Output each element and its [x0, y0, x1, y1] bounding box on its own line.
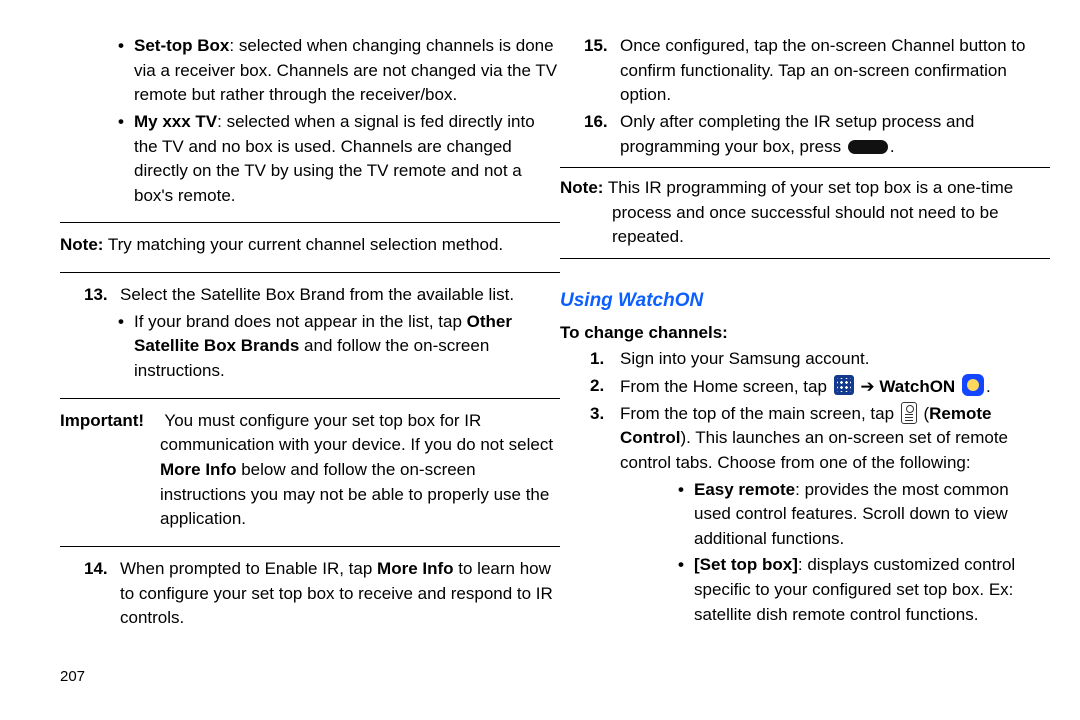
step-13-num: 13.: [84, 283, 108, 308]
important-text1: You must configure your set top box for …: [160, 411, 553, 455]
step-16-pre: Only after completing the IR setup proce…: [620, 112, 974, 156]
divider: [560, 167, 1050, 168]
bullet-settop-lead: Set-top Box: [134, 36, 229, 55]
step-15-text: Once configured, tap the on-screen Chann…: [620, 36, 1025, 104]
step-13-sub: If your brand does not appear in the lis…: [60, 310, 560, 384]
subhead-change-channels: To change channels:: [560, 321, 1050, 346]
step-14: 14. When prompted to Enable IR, tap More…: [60, 557, 560, 631]
note-label: Note:: [60, 235, 103, 254]
bullet-settop: Set-top Box: selected when changing chan…: [60, 34, 560, 108]
cc-sub-easy: Easy remote: provides the most common us…: [620, 478, 1050, 552]
cc-step-3-subs: Easy remote: provides the most common us…: [620, 478, 1050, 628]
page-number: 207: [60, 666, 85, 688]
important-moreinfo: More Info: [160, 460, 237, 479]
cc-step-3: 3. From the top of the main screen, tap …: [560, 402, 1050, 628]
important-label: Important!: [60, 409, 160, 434]
step-13-sub-pre: If your brand does not appear in the lis…: [134, 312, 467, 331]
cc-step-3-pre: From the top of the main screen, tap: [620, 404, 899, 423]
watchon-icon: [962, 374, 984, 396]
cc-step-2-post: .: [986, 377, 991, 396]
apps-icon: [834, 375, 854, 395]
cc-sub-stb: [Set top box]: displays customized contr…: [620, 553, 1050, 627]
cc-step-3-open: (: [919, 404, 929, 423]
step-15-num: 15.: [584, 34, 608, 59]
cc-sub-stb-lead: [Set top box]: [694, 555, 798, 574]
step-13-text: Select the Satellite Box Brand from the …: [120, 285, 514, 304]
cc-sub-easy-lead: Easy remote: [694, 480, 795, 499]
left-column: Set-top Box: selected when changing chan…: [60, 34, 560, 633]
step-15: 15. Once configured, tap the on-screen C…: [560, 34, 1050, 108]
divider: [60, 546, 560, 547]
step-16-num: 16.: [584, 110, 608, 135]
note-ir-onetime: Note: This IR programming of your set to…: [560, 176, 1050, 250]
note2-text: This IR programming of your set top box …: [603, 178, 1013, 246]
cc-step-3-num: 3.: [590, 402, 604, 427]
step-14-bold: More Info: [377, 559, 454, 578]
change-channels-steps: 1. Sign into your Samsung account. 2. Fr…: [560, 347, 1050, 627]
section-using-watchon: Using WatchON: [560, 287, 1050, 315]
right-column: 15. Once configured, tap the on-screen C…: [560, 34, 1050, 629]
divider: [60, 272, 560, 273]
divider: [60, 398, 560, 399]
note2-label: Note:: [560, 178, 603, 197]
home-button-icon: [848, 140, 888, 154]
divider: [560, 258, 1050, 259]
bullet-mytv: My xxx TV: selected when a signal is fed…: [60, 110, 560, 209]
cc-step-2-num: 2.: [590, 374, 604, 399]
cc-step-1-num: 1.: [590, 347, 604, 372]
cc-step-2-pre: From the Home screen, tap: [620, 377, 832, 396]
step-16: 16. Only after completing the IR setup p…: [560, 110, 1050, 159]
cc-step-2-arrow: ➔: [856, 377, 880, 396]
important-ir: Important! You must configure your set t…: [60, 409, 560, 532]
page: Set-top Box: selected when changing chan…: [0, 0, 1080, 720]
remote-icon: [901, 402, 917, 424]
cc-step-1: 1. Sign into your Samsung account.: [560, 347, 1050, 372]
cc-step-1-text: Sign into your Samsung account.: [620, 349, 869, 368]
divider: [60, 222, 560, 223]
bullet-mytv-lead: My xxx TV: [134, 112, 217, 131]
intro-bullets: Set-top Box: selected when changing chan…: [60, 34, 560, 208]
step-14-pre: When prompted to Enable IR, tap: [120, 559, 377, 578]
cc-step-2: 2. From the Home screen, tap ➔ WatchON .: [560, 374, 1050, 400]
cc-step-2-bold: WatchON: [879, 377, 955, 396]
step-16-post: .: [890, 137, 895, 156]
note-channel-method: Note: Try matching your current channel …: [60, 233, 560, 258]
note-text: Try matching your current channel select…: [103, 235, 503, 254]
step-13: 13. Select the Satellite Box Brand from …: [60, 283, 560, 308]
step-14-num: 14.: [84, 557, 108, 582]
